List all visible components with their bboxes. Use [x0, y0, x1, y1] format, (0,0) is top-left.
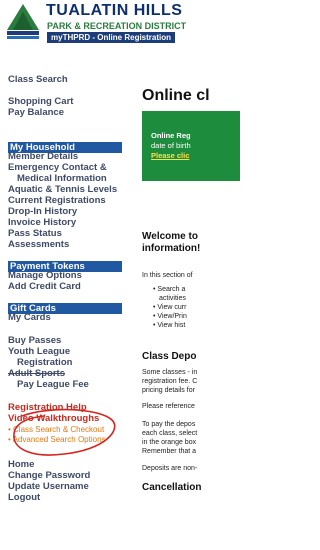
logo-tagline: myTHPRD - Online Registration: [47, 32, 176, 43]
deposits-text: each class, select: [142, 430, 198, 437]
nav-current-registrations[interactable]: Current Registrations: [8, 196, 106, 206]
nav-class-search[interactable]: Class Search: [8, 75, 68, 85]
nav-shopping-cart[interactable]: Shopping Cart: [8, 97, 73, 107]
cancellation-heading: Cancellation: [142, 482, 202, 493]
intro-text: In this section of: [142, 272, 193, 279]
registration-banner: Online Reg date of birth Please clic: [142, 111, 240, 181]
deposits-text: Please reference: [142, 403, 195, 410]
banner-line-2: date of birth: [151, 141, 191, 150]
nav-manage-options[interactable]: Manage Options: [8, 271, 82, 281]
nav-update-username[interactable]: Update Username: [8, 482, 89, 492]
bullet-item: activities: [159, 295, 186, 302]
thprd-logo-icon: [7, 4, 39, 39]
nav-member-details[interactable]: Member Details: [8, 152, 78, 162]
bullet-item: • View hist: [153, 322, 186, 329]
red-circle-annotation: [13, 408, 116, 456]
nav-aquatic-tennis[interactable]: Aquatic & Tennis Levels: [8, 185, 117, 195]
nav-drop-in-history[interactable]: Drop-In History: [8, 207, 77, 217]
deposits-text: registration fee. C: [142, 378, 198, 385]
welcome-heading-line-1: Welcome to: [142, 231, 198, 242]
logo-name[interactable]: TUALATIN HILLS: [46, 2, 182, 20]
main-content: Online cl Online Reg date of birth Pleas…: [124, 68, 240, 550]
nav-add-credit-card[interactable]: Add Credit Card: [8, 282, 81, 292]
nav-youth-league-registration[interactable]: Registration: [17, 358, 72, 368]
nav-medical-information[interactable]: Medical Information: [17, 174, 107, 184]
sidebar-nav: Class Search Shopping Cart Pay Balance M…: [0, 68, 124, 550]
bullet-item: • View curr: [153, 304, 187, 311]
nav-logout[interactable]: Logout: [8, 493, 40, 503]
deposits-heading: Class Depo: [142, 351, 197, 362]
bullet-item: • View/Prin: [153, 313, 187, 320]
banner-link[interactable]: Please clic: [151, 151, 189, 160]
deposits-text: Deposits are non-: [142, 465, 198, 472]
deposits-text: Some classes - in: [142, 369, 198, 376]
nav-adult-sports[interactable]: Adult Sports: [8, 369, 65, 379]
nav-pass-status[interactable]: Pass Status: [8, 229, 62, 239]
welcome-heading-line-2: information!: [142, 243, 201, 254]
nav-assessments[interactable]: Assessments: [8, 240, 69, 250]
nav-pay-league-fee[interactable]: Pay League Fee: [17, 380, 89, 390]
deposits-text: Remember that a: [142, 448, 197, 455]
nav-youth-league[interactable]: Youth League: [8, 347, 70, 357]
banner-line-1: Online Reg: [151, 131, 191, 140]
deposits-text: in the orange box: [142, 439, 197, 446]
bullet-item: • Search a: [153, 286, 186, 293]
nav-pay-balance[interactable]: Pay Balance: [8, 108, 64, 118]
page-title: Online cl: [142, 87, 210, 104]
deposits-text: To pay the depos: [142, 421, 196, 428]
nav-emergency-contact[interactable]: Emergency Contact &: [8, 163, 107, 173]
nav-buy-passes[interactable]: Buy Passes: [8, 336, 61, 346]
deposits-text: pricing details for: [142, 387, 195, 394]
header: TUALATIN HILLS PARK & RECREATION DISTRIC…: [0, 0, 240, 68]
logo-subtitle: PARK & RECREATION DISTRICT: [47, 21, 187, 31]
nav-my-cards[interactable]: My Cards: [8, 313, 51, 323]
nav-invoice-history[interactable]: Invoice History: [8, 218, 76, 228]
